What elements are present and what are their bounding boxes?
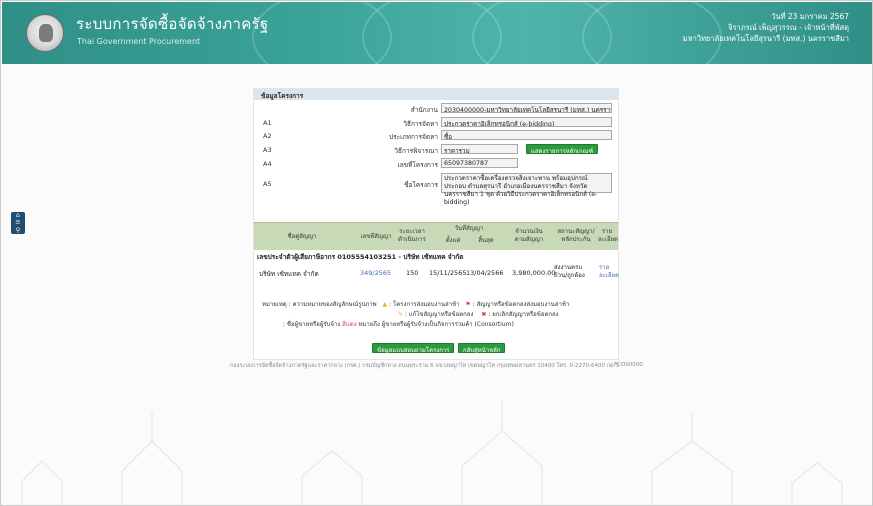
- legend-consortium-a: : ชื่อผู้ขายหรือผู้รับจ้าง: [283, 321, 341, 328]
- table-row: บริษัท เซ้ทแทค จำกัด 349/2565 150 15/11/…: [254, 263, 619, 283]
- legend-late-project: : โครงการส่งมอบงานล่าช้า: [389, 301, 460, 308]
- field-code: A4: [263, 160, 272, 168]
- cell-duration: 150: [406, 269, 419, 277]
- cancel-icon: ✖: [481, 311, 487, 318]
- field-label: วิธีการพิจารณา: [394, 147, 438, 155]
- legend-consortium-color: สีแดง: [342, 321, 357, 328]
- user-org: มหาวิทยาลัยเทคโนโลยีสุรนารี (มทส.) นครรา…: [682, 34, 849, 43]
- field-label: ชื่อโครงการ: [404, 181, 438, 189]
- legend-line-1: หมายเหตุ : ความหมายของสัญลักษณ์รูปภาพ ▲ …: [262, 299, 569, 309]
- field-code: A1: [263, 119, 272, 127]
- field-code: A2: [263, 132, 272, 140]
- project-number-field: 65097380787: [441, 158, 518, 168]
- site-header: ระบบการจัดซื้อจัดจ้างภาครัฐ Thai Governm…: [2, 2, 872, 64]
- legend-edit-contract: : แก้ไขสัญญาหรือข้อตกลง: [404, 311, 474, 318]
- section-title: ข้อมูลโครงการ: [254, 89, 618, 100]
- legend-line-2: ✎ : แก้ไขสัญญาหรือข้อตกลง ✖ : ยกเลิกสัญญ…: [398, 309, 559, 319]
- field-label: สำนักงาน: [410, 106, 438, 114]
- government-seal-logo[interactable]: [26, 14, 64, 52]
- user-name[interactable]: จิราภรณ์ เพ็ญสุวรรณ - เจ้าหน้าที่พัสดุ: [683, 22, 849, 33]
- col-contractor: ชื่อคู่สัญญา: [287, 233, 317, 240]
- pencil-icon: ✎: [398, 311, 404, 318]
- field-label: ประเภทการจัดหา: [389, 133, 438, 141]
- footer-address: กองระบบการจัดซื้อจัดจ้างภาครัฐและราคากลา…: [230, 363, 619, 369]
- back-to-main-button[interactable]: กลับสู่หน้าหลัก: [458, 343, 506, 354]
- office-field: 2030400000-มหาวิทยาลัยเทคโนโลยีสุรนารี (…: [441, 103, 612, 113]
- current-date: วันที่ 23 มกราคม 2567: [771, 12, 849, 21]
- col-amount: จำนวนเงิน ตามสัญญา: [514, 228, 544, 243]
- col-end: สิ้นสุด: [478, 237, 494, 244]
- legend-consortium-b: หมายถึง ผู้ขายหรือผู้รับจ้างเป็นกิจการร่…: [358, 321, 514, 328]
- col-contract-no: เลขที่สัญญา: [360, 233, 392, 240]
- col-status: สถานะสัญญา/ หลักประกัน: [557, 228, 595, 243]
- field-a3: A3 วิธีการพิจารณา ราคารวม แสดงรายการหลัก…: [254, 144, 618, 155]
- contract-number-link[interactable]: 349/2565: [360, 269, 391, 277]
- contractor-group-row: เลขประจำตัวผู้เสียภาษีอากร 0105554103251…: [257, 253, 464, 261]
- search-icon[interactable]: ⚲: [11, 226, 25, 234]
- field-a4: A4 เลขที่โครงการ 65097380787: [254, 158, 618, 169]
- page-frame: ระบบการจัดซื้อจัดจ้างภาครัฐ Thai Governm…: [0, 0, 873, 506]
- detail-link[interactable]: ราย ละเอียด: [599, 264, 619, 280]
- field-a1: A1 วิธีการจัดหา ประกวดราคาอิเล็กทรอนิกส์…: [254, 117, 618, 128]
- col-detail: ราย ละเอียด: [598, 228, 618, 243]
- procurement-type-field: ซื้อ: [441, 130, 612, 140]
- project-panel: ข้อมูลโครงการ สำนักงาน 2030400000-มหาวิท…: [253, 88, 619, 360]
- legend-cancel-contract: : ยกเลิกสัญญาหรือข้อตกลง: [488, 311, 559, 318]
- temple-watermark: [21, 401, 843, 505]
- field-code: A5: [263, 180, 272, 188]
- cell-amount: 3,980,000.00: [512, 269, 556, 277]
- warning-icon: ▲: [382, 301, 388, 308]
- col-contract-date: วันที่สัญญา: [454, 225, 484, 232]
- field-label: เลขที่โครงการ: [397, 161, 438, 169]
- footer-page-code: FCDS0000: [614, 362, 643, 368]
- cell-start: 15/11/2565: [429, 269, 467, 277]
- legend-late-contract: : สัญญาหรือข้อตกลงส่งมอบงานล่าช้า: [472, 301, 570, 308]
- flag-icon: ⚑: [465, 301, 471, 308]
- side-nav: ⌂ ≡ ⚲: [11, 211, 25, 234]
- evaluation-method-field: ราคารวม: [441, 144, 518, 154]
- field-office: สำนักงาน 2030400000-มหาวิทยาลัยเทคโนโลยี…: [254, 103, 618, 114]
- project-name-field: ประกวดราคาซื้อเครื่องตรวจสิ่งเจาะทาน พร้…: [441, 173, 612, 206]
- procurement-method-field: ประกวดราคาอิเล็กทรอนิกส์ (e-bidding): [441, 117, 612, 127]
- cell-status: ส่งงานครบ ถ้วน/ถูกต้อง: [554, 264, 585, 279]
- user-info: วันที่ 23 มกราคม 2567 จิราภรณ์ เพ็ญสุวรร…: [683, 11, 849, 44]
- project-info-button[interactable]: ข้อมูลแบบสอบถามโครงการ: [372, 343, 455, 354]
- contracts-table-header: ชื่อคู่สัญญา เลขที่สัญญา ระยะเวลา ดำเนิน…: [254, 222, 618, 250]
- field-a2: A2 ประเภทการจัดหา ซื้อ: [254, 130, 618, 141]
- cell-contractor: บริษัท เซ้ทแทค จำกัด: [259, 270, 319, 278]
- legend-line-3: : ชื่อผู้ขายหรือผู้รับจ้าง สีแดง หมายถึง…: [283, 319, 514, 329]
- field-code: A3: [263, 146, 272, 154]
- site-subtitle: Thai Government Procurement: [77, 37, 201, 46]
- cell-end: 13/04/2566: [466, 269, 504, 277]
- site-title: ระบบการจัดซื้อจัดจ้างภาครัฐ: [76, 15, 269, 33]
- show-criteria-button[interactable]: แสดงรายการหลักเกณฑ์: [526, 144, 599, 155]
- legend-title: หมายเหตุ : ความหมายของสัญลักษณ์รูปภาพ: [262, 301, 377, 308]
- col-start: ตั้งแต่: [445, 237, 461, 244]
- field-a5: A5 ชื่อโครงการ ประกวดราคาซื้อเครื่องตรวจ…: [254, 173, 618, 206]
- col-duration: ระยะเวลา ดำเนินการ: [398, 228, 426, 243]
- field-label: วิธีการจัดหา: [403, 120, 438, 128]
